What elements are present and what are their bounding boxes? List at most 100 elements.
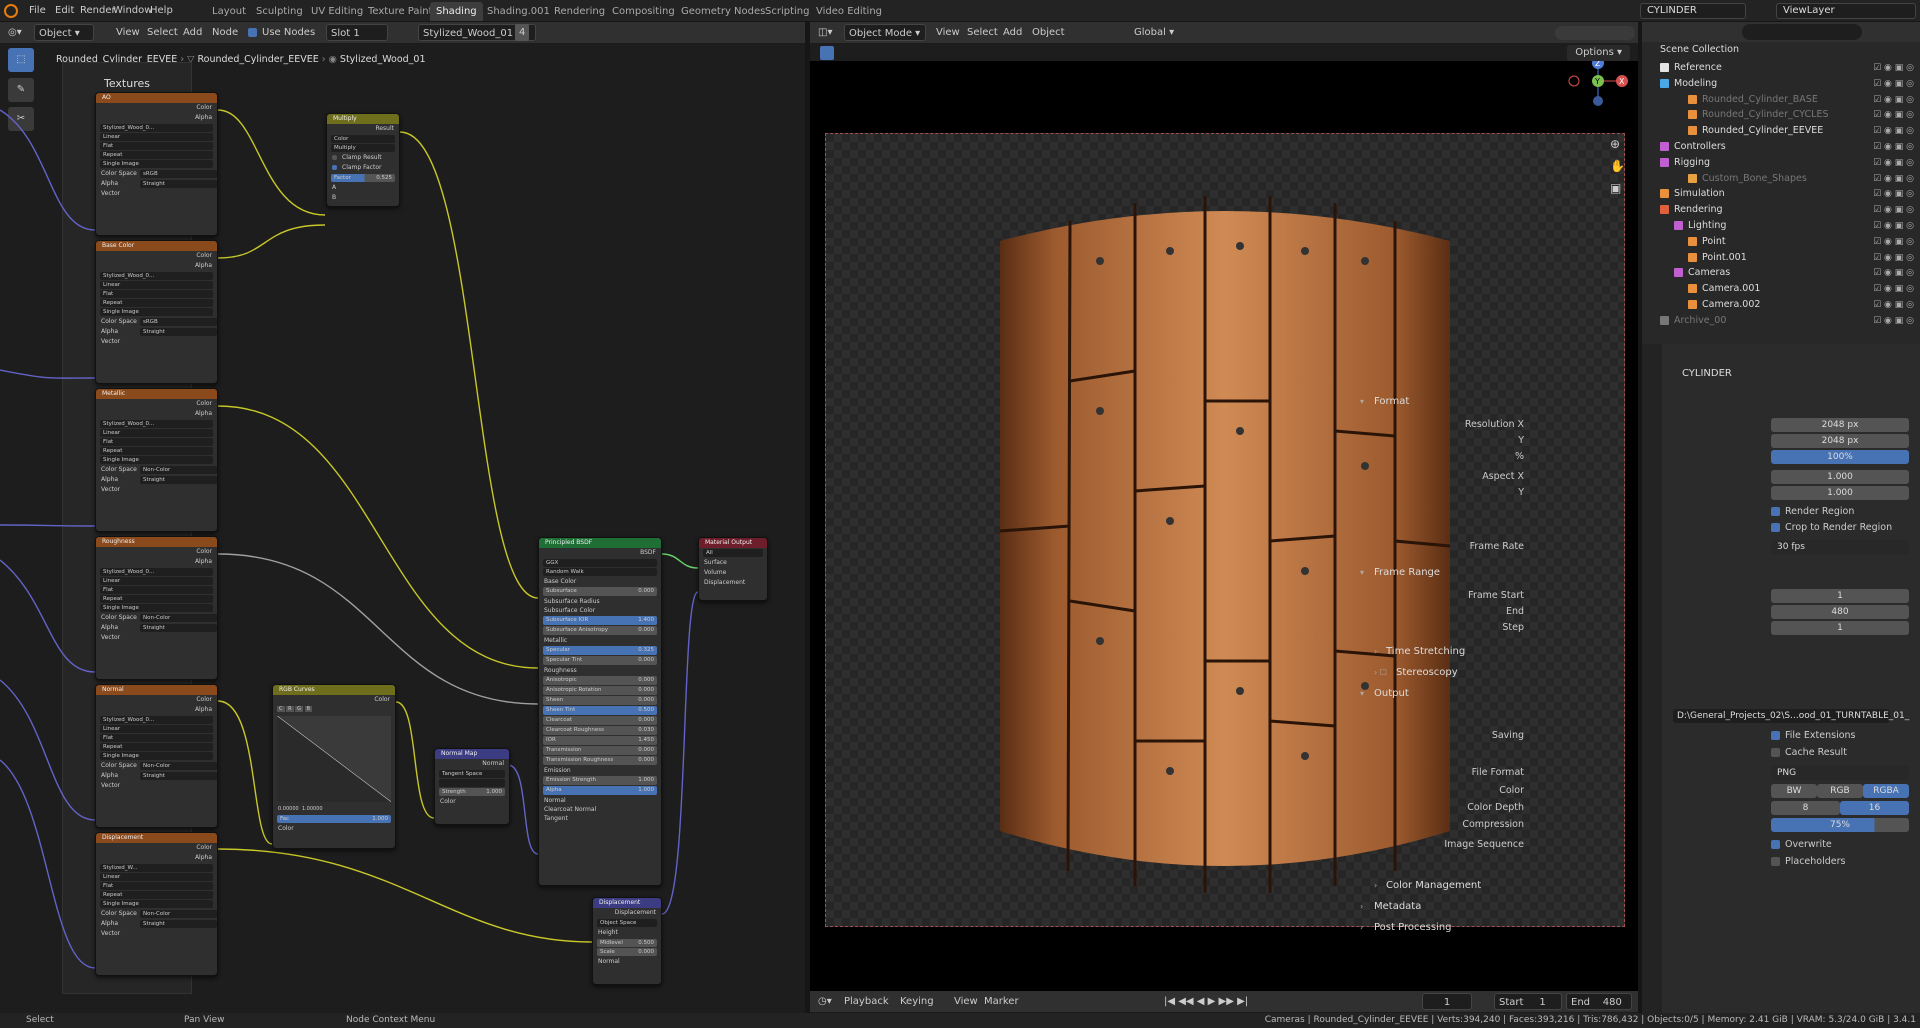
clamp-result-toggle[interactable]: Clamp Result <box>327 153 399 163</box>
bsdf-input-row[interactable]: Anisotropic Rotation 0.000 <box>543 686 657 695</box>
placeholders-toggle[interactable]: Placeholders <box>1362 854 1910 870</box>
color-bw-button[interactable]: BW <box>1771 784 1817 798</box>
interpolation-dropdown[interactable]: Linear <box>100 133 213 141</box>
visibility-icons[interactable]: ☑ ◉ ▣ ◎ <box>1873 123 1914 139</box>
multiply-node[interactable]: Multiply Result Color Multiply Clamp Res… <box>326 113 400 207</box>
resolution-y-field[interactable]: 2048 px <box>1771 434 1909 448</box>
scale-field[interactable]: Scale 0.000 <box>597 948 657 956</box>
menu-add[interactable]: Add <box>999 24 1026 41</box>
outliner-row[interactable]: Rounded_Cylinder_BASE ☑ ◉ ▣ ◎ <box>1642 92 1920 108</box>
extension-dropdown[interactable]: Repeat <box>100 891 213 899</box>
depth-8-button[interactable]: 8 <box>1771 801 1840 815</box>
crop-region-toggle[interactable]: Crop to Render Region <box>1362 520 1910 536</box>
outliner-row[interactable]: Lighting ☑ ◉ ▣ ◎ <box>1642 218 1920 234</box>
normal-map-node[interactable]: Normal Map Normal Tangent Space Strength… <box>434 748 510 825</box>
view-layer-selector[interactable]: ViewLayer <box>1776 3 1916 19</box>
outliner-row[interactable]: Archive_00 ☑ ◉ ▣ ◎ <box>1642 313 1920 329</box>
outliner-row[interactable]: Rounded_Cylinder_CYCLES ☑ ◉ ▣ ◎ <box>1642 107 1920 123</box>
visibility-icons[interactable]: ☑ ◉ ▣ ◎ <box>1873 92 1914 108</box>
principled-bsdf-node[interactable]: Principled BSDF BSDF GGX Random Walk Bas… <box>538 537 662 886</box>
outliner-row[interactable]: Camera.002 ☑ ◉ ▣ ◎ <box>1642 297 1920 313</box>
interpolation-dropdown[interactable]: Linear <box>100 873 213 881</box>
aspect-x-field[interactable]: 1.000 <box>1771 470 1909 484</box>
space-dropdown[interactable]: Object Space <box>597 919 657 927</box>
projection-dropdown[interactable]: Flat <box>100 586 213 594</box>
channel-g[interactable]: G <box>295 706 304 712</box>
color-space-dropdown[interactable]: sRGB <box>140 318 217 326</box>
source-dropdown[interactable]: Single Image <box>100 900 213 908</box>
interpolation-dropdown[interactable]: Linear <box>100 281 213 289</box>
file-format-dropdown[interactable]: PNG <box>1771 766 1909 780</box>
source-dropdown[interactable]: Single Image <box>100 160 213 168</box>
outliner-row[interactable]: Controllers ☑ ◉ ▣ ◎ <box>1642 139 1920 155</box>
alpha-dropdown[interactable]: Straight <box>140 772 217 780</box>
zoom-icon[interactable]: ⊕ <box>1610 137 1620 151</box>
image-texture-node[interactable]: Roughness Color Alpha Stylized_Wood_0... Lin… <box>95 536 218 680</box>
subsurface-method-dropdown[interactable]: Random Walk <box>543 568 657 576</box>
output-section[interactable]: ▾ Output <box>1346 685 1918 703</box>
image-texture-node[interactable]: Base Color Color Alpha Stylized_Wood_0... Li… <box>95 240 218 384</box>
outliner-row[interactable]: Custom_Bone_Shapes ☑ ◉ ▣ ◎ <box>1642 171 1920 187</box>
frame-rate-dropdown[interactable]: 30 fps <box>1771 540 1909 554</box>
extension-dropdown[interactable]: Repeat <box>100 447 213 455</box>
frame-start-field[interactable]: 1 <box>1771 589 1909 603</box>
interpolation-dropdown[interactable]: Linear <box>100 429 213 437</box>
end-frame-field[interactable]: End 480 <box>1566 993 1632 1010</box>
post-processing-section[interactable]: › Post Processing <box>1346 919 1918 937</box>
projection-dropdown[interactable]: Flat <box>100 290 213 298</box>
metadata-section[interactable]: › Metadata <box>1346 898 1918 916</box>
menu-marker[interactable]: Marker <box>980 993 1023 1010</box>
visibility-icons[interactable]: ☑ ◉ ▣ ◎ <box>1873 313 1914 329</box>
projection-dropdown[interactable]: Flat <box>100 734 213 742</box>
color-space-dropdown[interactable]: Non-Color <box>140 466 217 474</box>
source-dropdown[interactable]: Single Image <box>100 308 213 316</box>
render-region-toggle[interactable]: Render Region <box>1362 504 1910 520</box>
select-box-icon[interactable] <box>820 46 834 60</box>
source-dropdown[interactable]: Single Image <box>100 604 213 612</box>
op-dropdown[interactable]: Multiply <box>331 144 395 152</box>
menu-view[interactable]: View <box>932 24 964 41</box>
bsdf-input-row[interactable]: Transmission Roughness 0.000 <box>543 756 657 765</box>
playback-controls[interactable]: |◀ ◀◀ ◀ ▶ ▶▶ ▶| <box>1160 993 1252 1010</box>
options-button[interactable]: Options ▾ <box>1567 45 1630 61</box>
color-space-dropdown[interactable]: sRGB <box>140 170 217 178</box>
visibility-icons[interactable]: ☑ ◉ ▣ ◎ <box>1873 155 1914 171</box>
menu-object[interactable]: Object <box>1028 24 1069 41</box>
image-texture-node[interactable]: Displacement Color Alpha Stylized_W... Linea… <box>95 832 218 976</box>
alpha-dropdown[interactable]: Straight <box>140 920 217 928</box>
image-selector[interactable]: Stylized_Wood_0... <box>100 568 213 576</box>
outliner-row[interactable]: Point ☑ ◉ ▣ ◎ <box>1642 234 1920 250</box>
outliner-row[interactable]: Rendering ☑ ◉ ▣ ◎ <box>1642 202 1920 218</box>
bsdf-input-row[interactable]: Sheen 0.000 <box>543 696 657 705</box>
extension-dropdown[interactable]: Repeat <box>100 743 213 751</box>
projection-dropdown[interactable]: Flat <box>100 882 213 890</box>
stereoscopy-section[interactable]: › ☐ Stereoscopy <box>1346 664 1918 682</box>
outliner-row[interactable]: Rigging ☑ ◉ ▣ ◎ <box>1642 155 1920 171</box>
start-frame-field[interactable]: Start 1 <box>1494 993 1562 1010</box>
interpolation-dropdown[interactable]: Linear <box>100 725 213 733</box>
visibility-icons[interactable]: ☑ ◉ ▣ ◎ <box>1873 202 1914 218</box>
factor-field[interactable]: Factor 0.525 <box>331 174 395 182</box>
displacement-node[interactable]: Displacement Displacement Object Space H… <box>592 897 662 985</box>
compression-slider[interactable]: 75% <box>1771 818 1909 832</box>
strength-field[interactable]: Strength 1.000 <box>439 788 505 796</box>
alpha-dropdown[interactable]: Straight <box>140 624 217 632</box>
visibility-icons[interactable]: ☑ ◉ ▣ ◎ <box>1873 281 1914 297</box>
tab-video-editing[interactable]: Video Editing <box>810 2 888 21</box>
resolution-x-field[interactable]: 2048 px <box>1771 418 1909 432</box>
source-dropdown[interactable]: Single Image <box>100 752 213 760</box>
projection-dropdown[interactable]: Flat <box>100 438 213 446</box>
color-space-dropdown[interactable]: Non-Color <box>140 762 217 770</box>
outliner-row[interactable]: Camera.001 ☑ ◉ ▣ ◎ <box>1642 281 1920 297</box>
distribution-dropdown[interactable]: GGX <box>543 559 657 567</box>
menu-keying[interactable]: Keying <box>896 993 938 1010</box>
outliner-row[interactable]: Rounded_Cylinder_EEVEE ☑ ◉ ▣ ◎ <box>1642 123 1920 139</box>
aspect-y-field[interactable]: 1.000 <box>1771 486 1909 500</box>
bsdf-input-row[interactable]: Anisotropic 0.000 <box>543 676 657 685</box>
bsdf-input-row[interactable]: Clearcoat 0.000 <box>543 716 657 725</box>
visibility-icons[interactable]: ☑ ◉ ▣ ◎ <box>1873 107 1914 123</box>
navigation-gizmo[interactable]: Z X Y <box>1560 61 1636 121</box>
bsdf-input-row[interactable]: Specular Tint 0.000 <box>543 656 657 665</box>
visibility-icons[interactable]: ☑ ◉ ▣ ◎ <box>1873 60 1914 76</box>
image-selector[interactable]: Stylized_Wood_0... <box>100 716 213 724</box>
